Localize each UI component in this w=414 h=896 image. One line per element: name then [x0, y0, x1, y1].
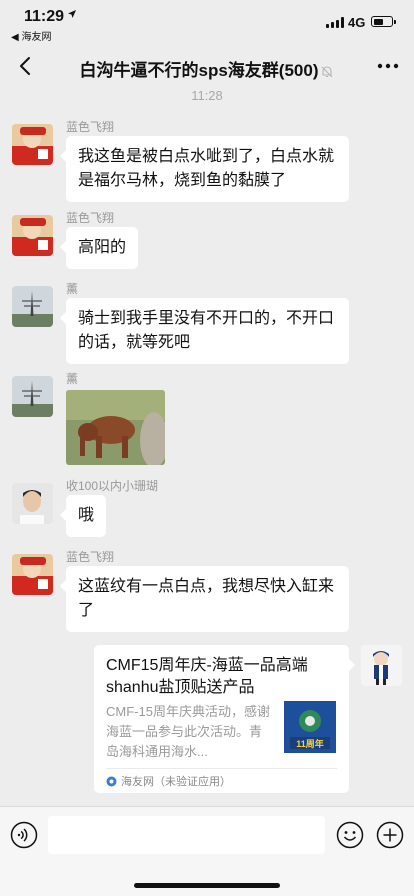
emoji-icon[interactable]: [336, 821, 364, 849]
chat-title: 白沟牛逼不行的sps海友群(500): [60, 56, 354, 81]
avatar[interactable]: [12, 286, 53, 327]
mute-bell-icon: [322, 65, 333, 77]
avatar[interactable]: [12, 124, 53, 165]
signal-icon: [326, 17, 344, 28]
voice-icon[interactable]: [10, 821, 38, 849]
back-icon[interactable]: [14, 54, 38, 78]
avatar[interactable]: [12, 554, 53, 595]
link-card-title: CMF15周年庆-海蓝一品高端shanhu盐顶贴送产品: [106, 657, 308, 696]
location-arrow-icon: [68, 10, 76, 18]
my-avatar[interactable]: [361, 645, 402, 686]
back-to-app-link[interactable]: ◀ 海友网: [11, 28, 51, 43]
link-card-source: 海友网（未验证应用）: [106, 773, 231, 789]
message-bubble[interactable]: 骑士到我手里没有不开口的，不开口的话，就等死吧: [60, 298, 349, 364]
sender-name: 蓝色飞翔: [66, 211, 115, 225]
sender-name: 蓝色飞翔: [66, 550, 115, 564]
link-card-thumbnail: 11周年: [284, 701, 336, 753]
message-timestamp: 11:28: [191, 88, 223, 103]
avatar[interactable]: [12, 376, 53, 417]
more-icon[interactable]: [376, 58, 400, 74]
link-card[interactable]: CMF15周年庆-海蓝一品高端shanhu盐顶贴送产品 CMF-15周年庆典活动…: [94, 645, 355, 793]
chat-title-text: 白沟牛逼不行的sps海友群(500): [79, 61, 319, 80]
plus-icon[interactable]: [376, 821, 404, 849]
sender-name: 薰: [66, 372, 79, 386]
battery-icon: [371, 16, 396, 27]
link-card-thumb-caption: 11周年: [296, 739, 324, 749]
divider: [106, 768, 337, 769]
message-bubble[interactable]: 我这鱼是被白点水呲到了，白点水就是福尔马林，烧到鱼的黏膜了: [60, 136, 349, 202]
status-bar: 11:29 ◀ 海友网 4G: [0, 0, 414, 44]
home-indicator[interactable]: [134, 883, 280, 888]
image-message[interactable]: [66, 390, 165, 465]
avatar[interactable]: [12, 215, 53, 256]
sender-name: 蓝色飞翔: [66, 120, 115, 134]
app-source-icon: [106, 776, 117, 787]
message-bubble[interactable]: 这蓝纹有一点白点，我想尽快入缸来了: [60, 566, 349, 632]
link-card-description: CMF-15周年庆典活动，感谢海蓝一品参与此次活动。青岛海科通用海水...: [106, 704, 270, 759]
network-type: 4G: [348, 15, 366, 30]
status-time: 11:29: [24, 8, 65, 25]
chat-header: 白沟牛逼不行的sps海友群(500): [0, 44, 414, 88]
message-bubble[interactable]: 高阳的: [59, 227, 139, 269]
avatar[interactable]: [12, 483, 53, 524]
sender-name: 薰: [66, 282, 79, 296]
sender-name: 收100以内小珊瑚: [66, 479, 159, 493]
message-bubble[interactable]: 哦: [59, 495, 107, 537]
link-card-source-text: 海友网（未验证应用）: [121, 776, 231, 788]
message-input[interactable]: [48, 816, 325, 854]
